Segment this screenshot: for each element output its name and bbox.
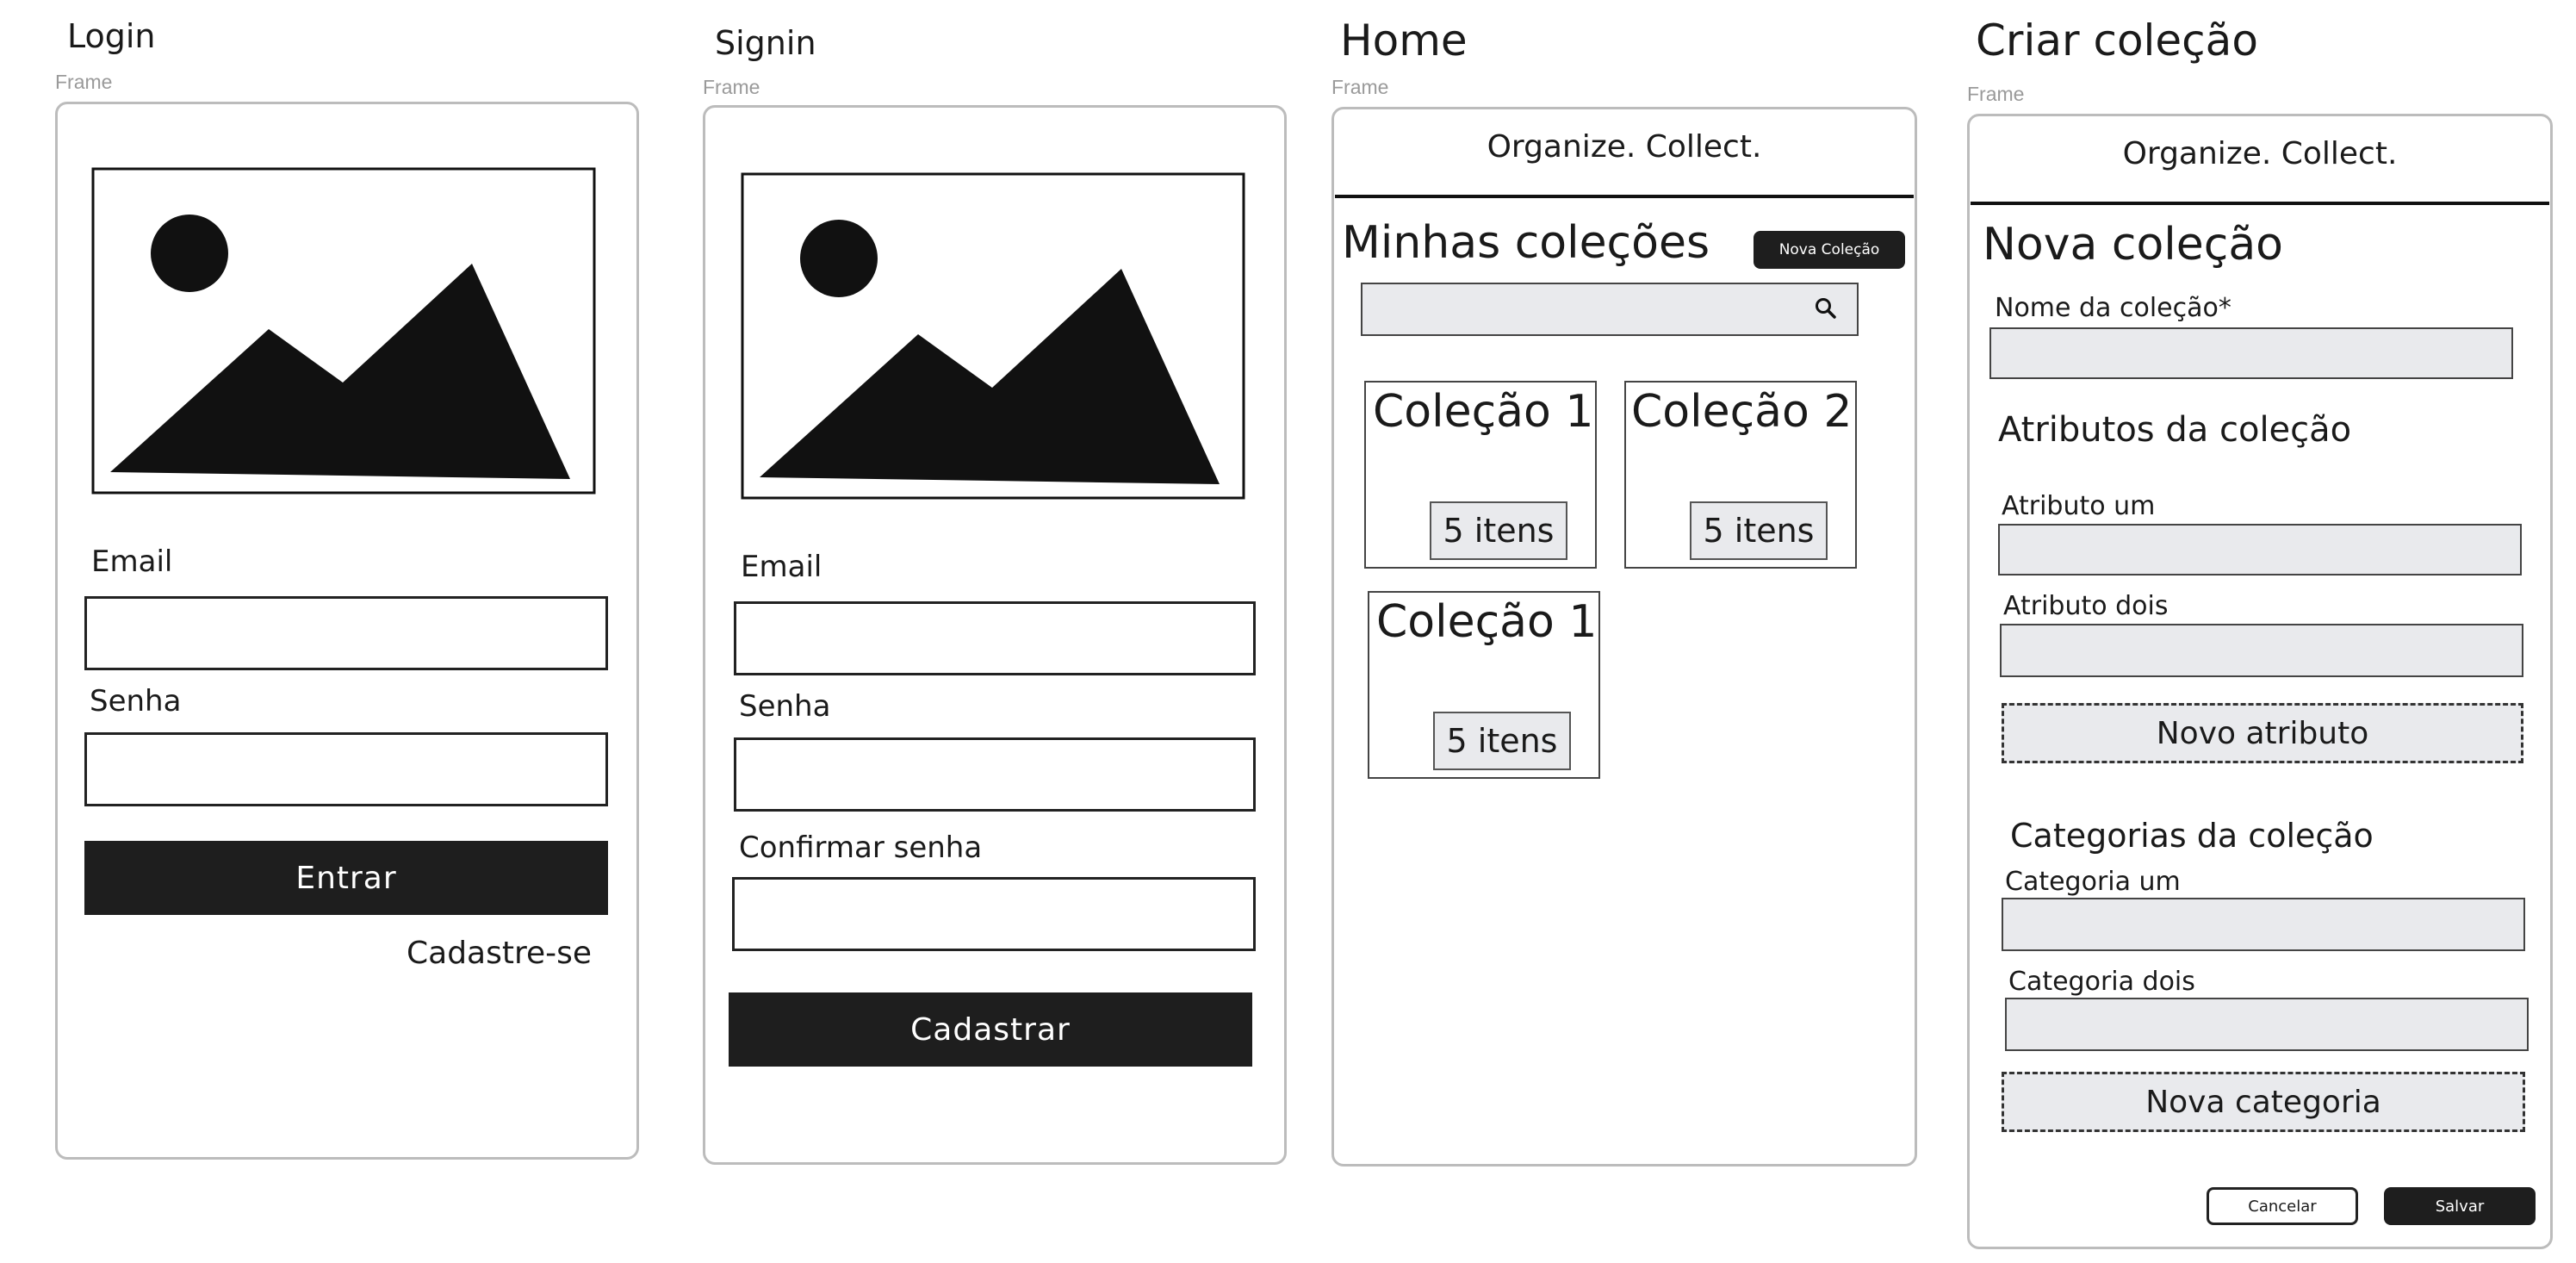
home-frame-label: Frame: [1331, 76, 1389, 98]
categories-section-title: Categorias da coleção: [2010, 817, 2374, 855]
home-search-input[interactable]: [1361, 283, 1859, 336]
new-collection-button[interactable]: Nova Coleção: [1754, 231, 1905, 269]
attribute-two-input[interactable]: [2000, 624, 2523, 677]
create-app-header: Organize. Collect.: [2122, 136, 2398, 171]
signin-password-input[interactable]: [734, 737, 1256, 812]
collection-item-count: 5 itens: [1690, 501, 1828, 560]
signin-submit-button[interactable]: Cadastrar: [729, 992, 1252, 1067]
attribute-one-label: Atributo um: [2002, 491, 2156, 521]
collection-item-count: 5 itens: [1433, 712, 1571, 770]
collection-card-title: Coleção 1: [1373, 386, 1594, 438]
signin-confirm-input[interactable]: [732, 877, 1256, 951]
home-section-title: Minhas coleções: [1342, 217, 1710, 269]
create-frame-label: Frame: [1967, 83, 2025, 105]
login-password-label: Senha: [90, 684, 182, 719]
collection-name-input[interactable]: [1989, 327, 2513, 379]
login-screen-title: Login: [67, 17, 156, 55]
create-section-title: Nova coleção: [1983, 219, 2283, 271]
collection-item-count: 5 itens: [1430, 501, 1567, 560]
home-header-divider: [1335, 195, 1914, 198]
home-screen-title: Home: [1340, 16, 1468, 65]
attributes-section-title: Atributos da coleção: [1998, 410, 2352, 450]
signin-email-input[interactable]: [734, 601, 1256, 675]
login-image-placeholder-icon: [91, 167, 596, 495]
collection-card-title: Coleção 2: [1631, 386, 1853, 438]
login-frame-label: Frame: [55, 71, 113, 93]
login-password-input[interactable]: [84, 732, 608, 806]
new-attribute-button[interactable]: Novo atributo: [2002, 703, 2523, 763]
category-two-label: Categoria dois: [2008, 967, 2195, 997]
login-submit-button[interactable]: Entrar: [84, 841, 608, 915]
attribute-one-input[interactable]: [1998, 524, 2522, 576]
collection-name-label: Nome da coleção*: [1995, 293, 2231, 323]
category-one-input[interactable]: [2002, 898, 2525, 951]
signin-image-placeholder-icon: [741, 172, 1245, 500]
create-header-divider: [1971, 202, 2549, 205]
login-email-input[interactable]: [84, 596, 608, 670]
signin-screen-title: Signin: [715, 24, 816, 62]
save-button[interactable]: Salvar: [2384, 1187, 2536, 1225]
new-category-button[interactable]: Nova categoria: [2002, 1072, 2525, 1132]
signup-link[interactable]: Cadastre-se: [407, 936, 592, 971]
home-app-header: Organize. Collect.: [1487, 129, 1762, 165]
login-email-label: Email: [91, 544, 173, 579]
signin-frame-label: Frame: [703, 76, 760, 98]
cancel-button[interactable]: Cancelar: [2207, 1187, 2358, 1225]
attribute-two-label: Atributo dois: [2003, 591, 2169, 621]
create-screen-title: Criar coleção: [1976, 16, 2258, 65]
signin-confirm-label: Confirmar senha: [739, 831, 983, 865]
category-one-label: Categoria um: [2005, 867, 2181, 897]
search-icon[interactable]: [1814, 296, 1838, 320]
collection-card-title: Coleção 1: [1376, 596, 1598, 648]
signin-email-label: Email: [741, 550, 822, 584]
signin-password-label: Senha: [739, 689, 831, 724]
category-two-input[interactable]: [2005, 998, 2529, 1051]
